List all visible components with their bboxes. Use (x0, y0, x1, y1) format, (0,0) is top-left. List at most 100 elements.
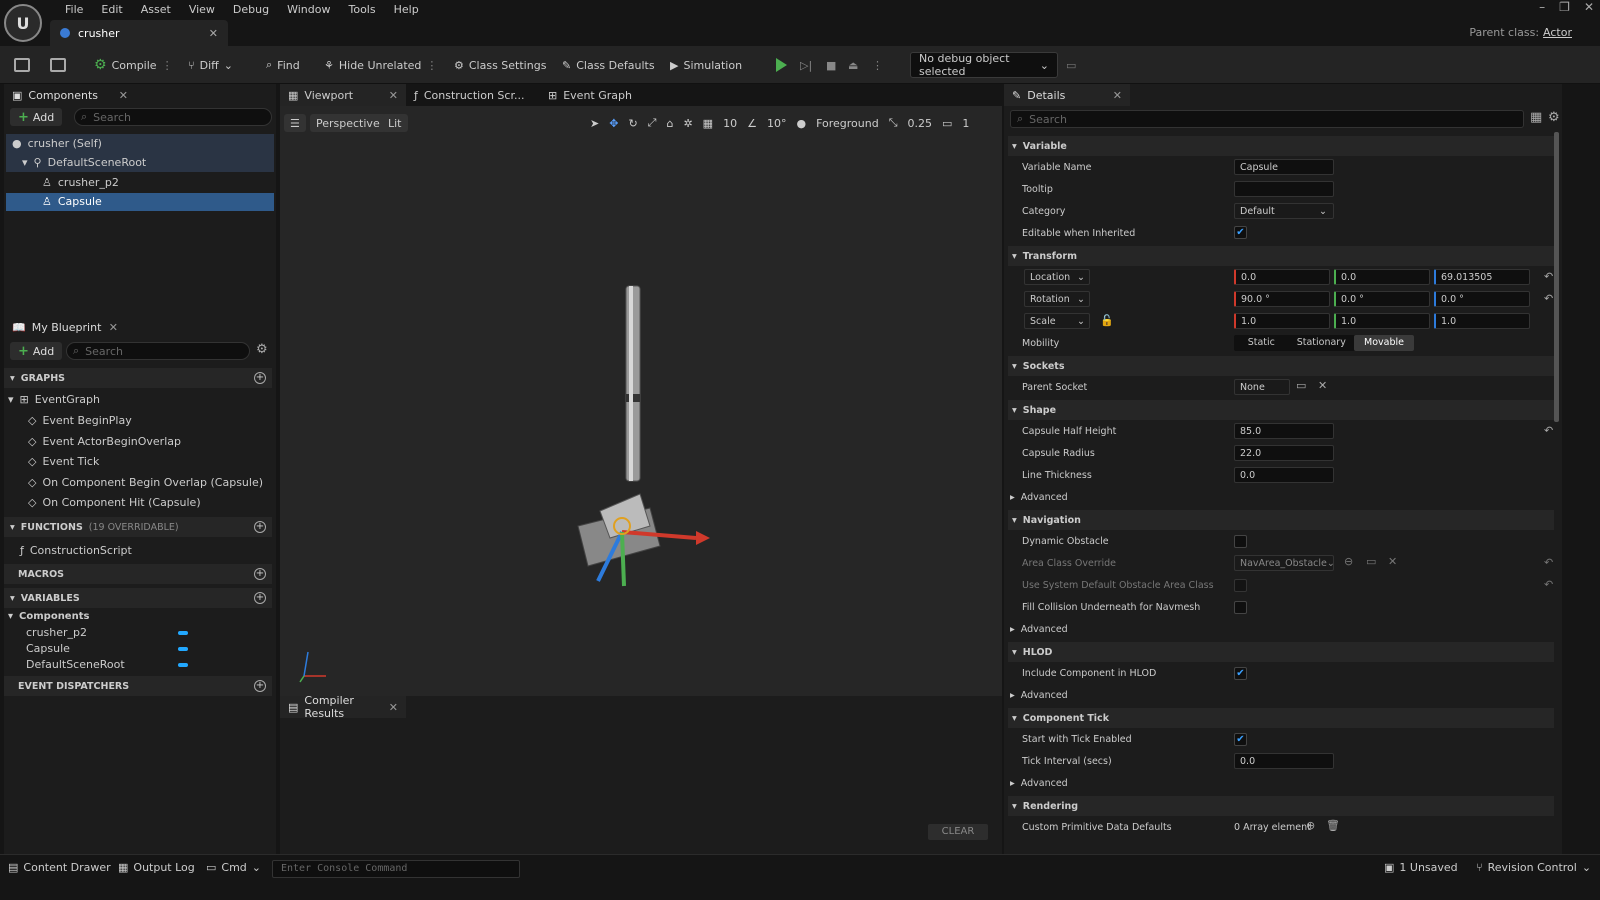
category-hlod[interactable]: ▾ HLOD (1008, 642, 1554, 662)
fill-collision-checkbox[interactable] (1234, 601, 1247, 614)
layer-icon[interactable]: ● (796, 117, 806, 130)
tree-item-capsule[interactable]: ♙ Capsule (42, 192, 102, 211)
revision-control-button[interactable]: ⑂ Revision Control ⌄ (1476, 861, 1591, 874)
add-component-button[interactable]: + Add (10, 108, 63, 126)
event-item[interactable]: ◇ Event BeginPlay (28, 411, 132, 430)
variables-section[interactable]: ▾ VARIABLES + (4, 588, 272, 608)
stop-button[interactable]: ■ (826, 55, 836, 75)
tab-viewport[interactable]: ▦ Viewport ✕ (280, 84, 406, 106)
rotation-z-field[interactable]: 0.0 ° (1434, 291, 1530, 307)
blueprint-search-input[interactable]: ⌕ Search (66, 342, 250, 360)
include-hlod-checkbox[interactable]: ✔ (1234, 667, 1247, 680)
close-icon[interactable]: ✕ (389, 89, 398, 102)
start-tick-checkbox[interactable]: ✔ (1234, 733, 1247, 746)
variable-name-field[interactable]: Capsule (1234, 159, 1334, 175)
minimize-button[interactable]: – (1539, 0, 1545, 14)
hide-unrelated-button[interactable]: ⚘ Hide Unrelated ⋮ (324, 55, 437, 75)
event-dispatchers-section[interactable]: EVENT DISPATCHERS + (4, 676, 272, 696)
tab-construction-script[interactable]: ƒ Construction Scr... (406, 84, 540, 106)
add-macro-icon[interactable]: + (254, 568, 266, 580)
reset-icon[interactable]: ↶ (1544, 424, 1553, 437)
rotation-dropdown[interactable]: Rotation ⌄ (1024, 291, 1090, 307)
camera-speed[interactable]: 1 (962, 117, 969, 130)
scale-z-field[interactable]: 1.0 (1434, 313, 1530, 329)
eject-button[interactable]: ⏏ (848, 55, 858, 75)
dynamic-obstacle-checkbox[interactable] (1234, 535, 1247, 548)
angle-icon[interactable]: ∠ (747, 117, 757, 130)
variable-item[interactable]: DefaultSceneRoot (26, 655, 125, 674)
rotation-y-field[interactable]: 0.0 ° (1334, 291, 1430, 307)
unreal-logo-icon[interactable]: U (4, 4, 42, 42)
browse-button[interactable] (50, 55, 66, 75)
parent-class-link[interactable]: Actor (1543, 26, 1572, 39)
macros-section[interactable]: MACROS + (4, 564, 272, 584)
close-window-button[interactable]: ✕ (1584, 0, 1594, 14)
unsaved-button[interactable]: ▣ 1 Unsaved (1384, 861, 1458, 874)
gear-icon[interactable]: ⚙ (256, 342, 268, 357)
reset-icon[interactable]: ↶ (1544, 292, 1553, 305)
property-matrix-icon[interactable]: ▦ (1530, 110, 1542, 125)
close-icon[interactable]: ✕ (209, 27, 218, 40)
menu-edit[interactable]: Edit (92, 3, 131, 17)
category-component-tick[interactable]: ▾ Component Tick (1008, 708, 1554, 728)
surface-snap-icon[interactable]: ✲ (683, 117, 692, 130)
hlod-advanced[interactable]: ▸ Advanced (1010, 686, 1068, 704)
select-icon[interactable]: ➤ (590, 117, 599, 130)
debug-browse-button[interactable]: ▭ (1066, 55, 1076, 75)
scale-icon[interactable]: ⤢ (648, 116, 657, 130)
tick-interval-field[interactable]: 0.0 (1234, 753, 1334, 769)
location-x-field[interactable]: 0.0 (1234, 269, 1330, 285)
tree-item-default-scene-root[interactable]: ▾ ⚲ DefaultSceneRoot (22, 153, 146, 172)
category-shape[interactable]: ▾ Shape (1008, 400, 1554, 420)
location-z-field[interactable]: 69.013505 (1434, 269, 1530, 285)
foreground-label[interactable]: Foreground (816, 117, 879, 130)
angle-snap[interactable]: 10° (767, 117, 787, 130)
save-button[interactable] (14, 55, 30, 75)
tab-my-blueprint[interactable]: 📖 My Blueprint ✕ (4, 316, 276, 338)
parent-socket-field[interactable]: None (1234, 379, 1290, 395)
perspective-button[interactable]: Perspective (310, 114, 386, 132)
menu-debug[interactable]: Debug (224, 3, 278, 17)
debug-object-dropdown[interactable]: No debug object selected ⌄ (910, 52, 1058, 78)
lit-button[interactable]: Lit (382, 114, 408, 132)
tree-item-self[interactable]: ● crusher (Self) (12, 134, 102, 153)
grid-size[interactable]: 10 (723, 117, 737, 130)
add-graph-icon[interactable]: + (254, 372, 266, 384)
content-drawer-button[interactable]: ▤ Content Drawer (8, 861, 111, 874)
add-function-icon[interactable]: + (254, 521, 266, 533)
category-sockets[interactable]: ▾ Sockets (1008, 356, 1554, 376)
close-icon[interactable]: ✕ (1113, 89, 1122, 102)
location-y-field[interactable]: 0.0 (1334, 269, 1430, 285)
category-dropdown[interactable]: Default ⌄ (1234, 203, 1334, 219)
viewport-menu-button[interactable]: ☰ (284, 114, 306, 132)
area-class-dropdown[interactable]: NavArea_Obstacle ⌄ (1234, 555, 1335, 571)
tab-components[interactable]: ▣ Components ✕ (4, 84, 276, 106)
tab-event-graph[interactable]: ⊞ Event Graph (540, 84, 640, 106)
clear-icon[interactable]: ✕ (1388, 555, 1397, 568)
details-search-input[interactable]: ⌕ Search (1010, 110, 1524, 128)
play-button[interactable] (776, 55, 787, 75)
event-item[interactable]: ◇ On Component Begin Overlap (Capsule) (28, 473, 263, 492)
tooltip-field[interactable] (1234, 181, 1334, 197)
tab-details[interactable]: ✎ Details ✕ (1004, 84, 1130, 106)
menu-window[interactable]: Window (278, 3, 339, 17)
reset-icon[interactable]: ↶ (1544, 270, 1553, 283)
viewport-canvas[interactable]: ☰ Perspective Lit ➤ ✥ ↻ ⤢ ⌂ ✲ ▦ 10 ∠ 10° ●… (280, 106, 1002, 696)
editable-checkbox[interactable]: ✔ (1234, 226, 1247, 239)
crusher-model[interactable] (560, 276, 710, 596)
more-icon[interactable]: ⋮ (162, 59, 173, 72)
world-icon[interactable]: ⌂ (666, 117, 673, 130)
scale-snap[interactable]: 0.25 (908, 117, 933, 130)
line-thickness-field[interactable]: 0.0 (1234, 467, 1334, 483)
event-graph-item[interactable]: ▾ ⊞ EventGraph (8, 390, 100, 409)
trash-icon[interactable]: 🗑 (1326, 819, 1340, 832)
more-icon[interactable]: ⋮ (872, 55, 883, 75)
menu-asset[interactable]: Asset (132, 3, 180, 17)
event-item[interactable]: ◇ Event Tick (28, 452, 99, 471)
radius-field[interactable]: 22.0 (1234, 445, 1334, 461)
mobility-static[interactable]: Static (1234, 335, 1289, 351)
output-log-button[interactable]: ▦ Output Log (118, 861, 195, 874)
reset-icon[interactable]: ↶ (1544, 578, 1553, 591)
location-dropdown[interactable]: Location ⌄ (1024, 269, 1090, 285)
half-height-field[interactable]: 85.0 (1234, 423, 1334, 439)
